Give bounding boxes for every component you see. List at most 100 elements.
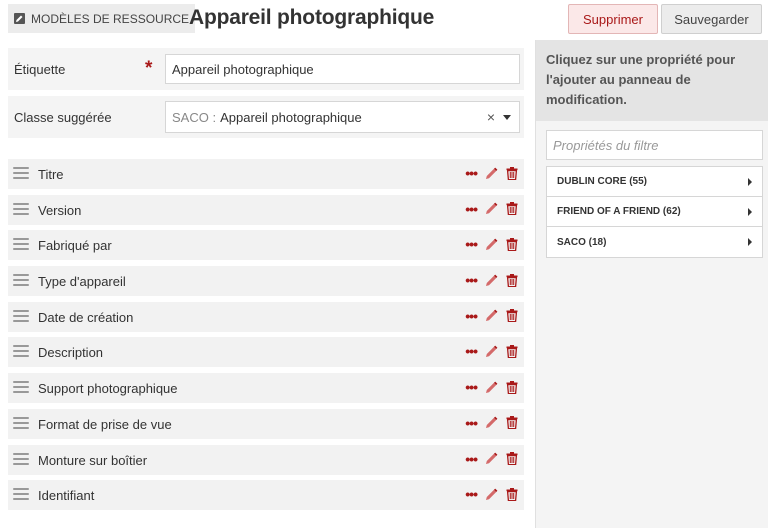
chevron-right-icon bbox=[748, 238, 752, 246]
drag-handle-icon[interactable] bbox=[13, 381, 29, 394]
class-value: Appareil photographique bbox=[220, 109, 362, 125]
drag-handle-icon[interactable] bbox=[13, 452, 29, 465]
property-label: Format de prise de vue bbox=[38, 416, 172, 432]
pencil-square-icon bbox=[14, 13, 25, 24]
edit-pencil-icon[interactable] bbox=[485, 381, 498, 394]
edit-pencil-icon[interactable] bbox=[485, 167, 498, 180]
property-row[interactable]: Support photographique ••• bbox=[8, 373, 524, 404]
edit-pencil-icon[interactable] bbox=[485, 452, 498, 465]
drag-handle-icon[interactable] bbox=[13, 345, 29, 358]
class-field-label: Classe suggérée bbox=[14, 110, 112, 125]
property-label: Identifiant bbox=[38, 488, 95, 504]
label-field-label: Étiquette bbox=[14, 62, 66, 77]
more-options-icon[interactable]: ••• bbox=[465, 452, 478, 466]
more-options-icon[interactable]: ••• bbox=[465, 309, 478, 323]
class-field-row: Classe suggérée SACO : Appareil photogra… bbox=[8, 96, 524, 138]
property-actions: ••• bbox=[465, 309, 518, 323]
vocabulary-list: DUBLIN CORE (55) FRIEND OF A FRIEND (62) S… bbox=[546, 166, 763, 258]
edit-pencil-icon[interactable] bbox=[485, 309, 498, 322]
delete-trash-icon[interactable] bbox=[506, 273, 518, 287]
property-label: Description bbox=[38, 345, 104, 361]
property-label: Version bbox=[38, 202, 82, 218]
property-row[interactable]: Monture sur boîtier ••• bbox=[8, 444, 524, 475]
delete-trash-icon[interactable] bbox=[506, 344, 518, 358]
drag-handle-icon[interactable] bbox=[13, 202, 29, 215]
label-input[interactable]: Appareil photographique bbox=[165, 54, 520, 84]
property-actions: ••• bbox=[465, 452, 518, 466]
property-label: Fabriqué par bbox=[38, 238, 112, 254]
vocabulary-item[interactable]: DUBLIN CORE (55) bbox=[547, 167, 762, 197]
page-title: Appareil photographique bbox=[189, 6, 435, 29]
property-label: Titre bbox=[38, 167, 64, 182]
property-actions: ••• bbox=[465, 166, 518, 180]
chevron-down-icon[interactable] bbox=[503, 115, 511, 120]
required-marker: * bbox=[145, 58, 153, 79]
clear-icon[interactable]: × bbox=[487, 109, 495, 125]
drag-handle-icon[interactable] bbox=[13, 167, 29, 179]
delete-button[interactable]: Supprimer bbox=[568, 4, 658, 34]
vocabulary-label: FRIEND OF A FRIEND (62) bbox=[557, 206, 681, 217]
chevron-right-icon bbox=[748, 208, 752, 216]
filter-properties-input[interactable]: Propriétés du filtre bbox=[546, 130, 763, 160]
property-label: Support photographique bbox=[38, 381, 178, 397]
delete-trash-icon[interactable] bbox=[506, 452, 518, 465]
vocabulary-item[interactable]: SACO (18) bbox=[547, 227, 762, 257]
edit-pencil-icon[interactable] bbox=[485, 238, 498, 251]
delete-trash-icon[interactable] bbox=[506, 487, 518, 501]
property-actions: ••• bbox=[465, 487, 518, 501]
property-row[interactable]: Fabriqué par ••• bbox=[8, 230, 524, 261]
drag-handle-icon[interactable] bbox=[13, 488, 29, 501]
property-row[interactable]: Format de prise de vue ••• bbox=[8, 408, 524, 439]
vocabulary-label: SACO (18) bbox=[557, 236, 607, 248]
drag-handle-icon[interactable] bbox=[13, 309, 29, 322]
more-options-icon[interactable]: ••• bbox=[465, 380, 478, 394]
drag-handle-icon[interactable] bbox=[13, 274, 29, 287]
edit-pencil-icon[interactable] bbox=[485, 202, 498, 215]
delete-trash-icon[interactable] bbox=[506, 202, 518, 216]
more-options-icon[interactable]: ••• bbox=[465, 166, 478, 180]
page-header: MODÈLES DE RESSOURCE Appareil photograph… bbox=[0, 0, 768, 40]
delete-trash-icon[interactable] bbox=[506, 416, 518, 430]
delete-trash-icon[interactable] bbox=[506, 166, 518, 180]
property-row[interactable]: Titre ••• bbox=[8, 159, 524, 189]
breadcrumb-label: MODÈLES DE RESSOURCE bbox=[31, 11, 190, 26]
class-vocab-prefix: SACO : bbox=[172, 109, 217, 125]
vocabulary-item[interactable]: FRIEND OF A FRIEND (62) bbox=[547, 197, 762, 227]
chevron-right-icon bbox=[748, 178, 752, 186]
property-label: Type d'appareil bbox=[38, 274, 126, 290]
property-selector: Cliquez sur une propriété pour l'ajouter… bbox=[535, 40, 768, 528]
property-row[interactable]: Identifiant ••• bbox=[8, 480, 524, 511]
property-label: Date de création bbox=[38, 309, 134, 325]
property-row[interactable]: Type d'appareil ••• bbox=[8, 266, 524, 297]
property-actions: ••• bbox=[465, 344, 518, 358]
drag-handle-icon[interactable] bbox=[13, 416, 29, 429]
label-field-row: Étiquette * Appareil photographique bbox=[8, 48, 524, 90]
template-form: Étiquette * Appareil photographique Clas… bbox=[8, 48, 524, 144]
save-button[interactable]: Sauvegarder bbox=[661, 4, 762, 34]
edit-pencil-icon[interactable] bbox=[485, 345, 498, 358]
property-row[interactable]: Version ••• bbox=[8, 194, 524, 225]
property-row[interactable]: Date de création ••• bbox=[8, 301, 524, 332]
delete-trash-icon[interactable] bbox=[506, 309, 518, 323]
property-actions: ••• bbox=[465, 380, 518, 394]
more-options-icon[interactable]: ••• bbox=[465, 344, 478, 358]
suggested-class-select[interactable]: SACO : Appareil photographique × bbox=[165, 101, 520, 133]
more-options-icon[interactable]: ••• bbox=[465, 202, 478, 216]
edit-pencil-icon[interactable] bbox=[485, 416, 498, 429]
sidebar-instruction: Cliquez sur une propriété pour l'ajouter… bbox=[536, 40, 768, 121]
property-label: Monture sur boîtier bbox=[38, 452, 148, 468]
drag-handle-icon[interactable] bbox=[13, 238, 29, 251]
property-row[interactable]: Description ••• bbox=[8, 337, 524, 368]
breadcrumb[interactable]: MODÈLES DE RESSOURCE bbox=[8, 4, 196, 33]
edit-pencil-icon[interactable] bbox=[485, 488, 498, 501]
delete-trash-icon[interactable] bbox=[506, 237, 518, 251]
edit-pencil-icon[interactable] bbox=[485, 274, 498, 287]
property-actions: ••• bbox=[465, 202, 518, 216]
more-options-icon[interactable]: ••• bbox=[465, 487, 478, 501]
vocabulary-label: DUBLIN CORE (55) bbox=[557, 176, 648, 187]
more-options-icon[interactable]: ••• bbox=[465, 273, 478, 287]
more-options-icon[interactable]: ••• bbox=[465, 237, 478, 251]
delete-trash-icon[interactable] bbox=[506, 380, 518, 394]
property-actions: ••• bbox=[465, 416, 518, 430]
more-options-icon[interactable]: ••• bbox=[465, 416, 478, 430]
